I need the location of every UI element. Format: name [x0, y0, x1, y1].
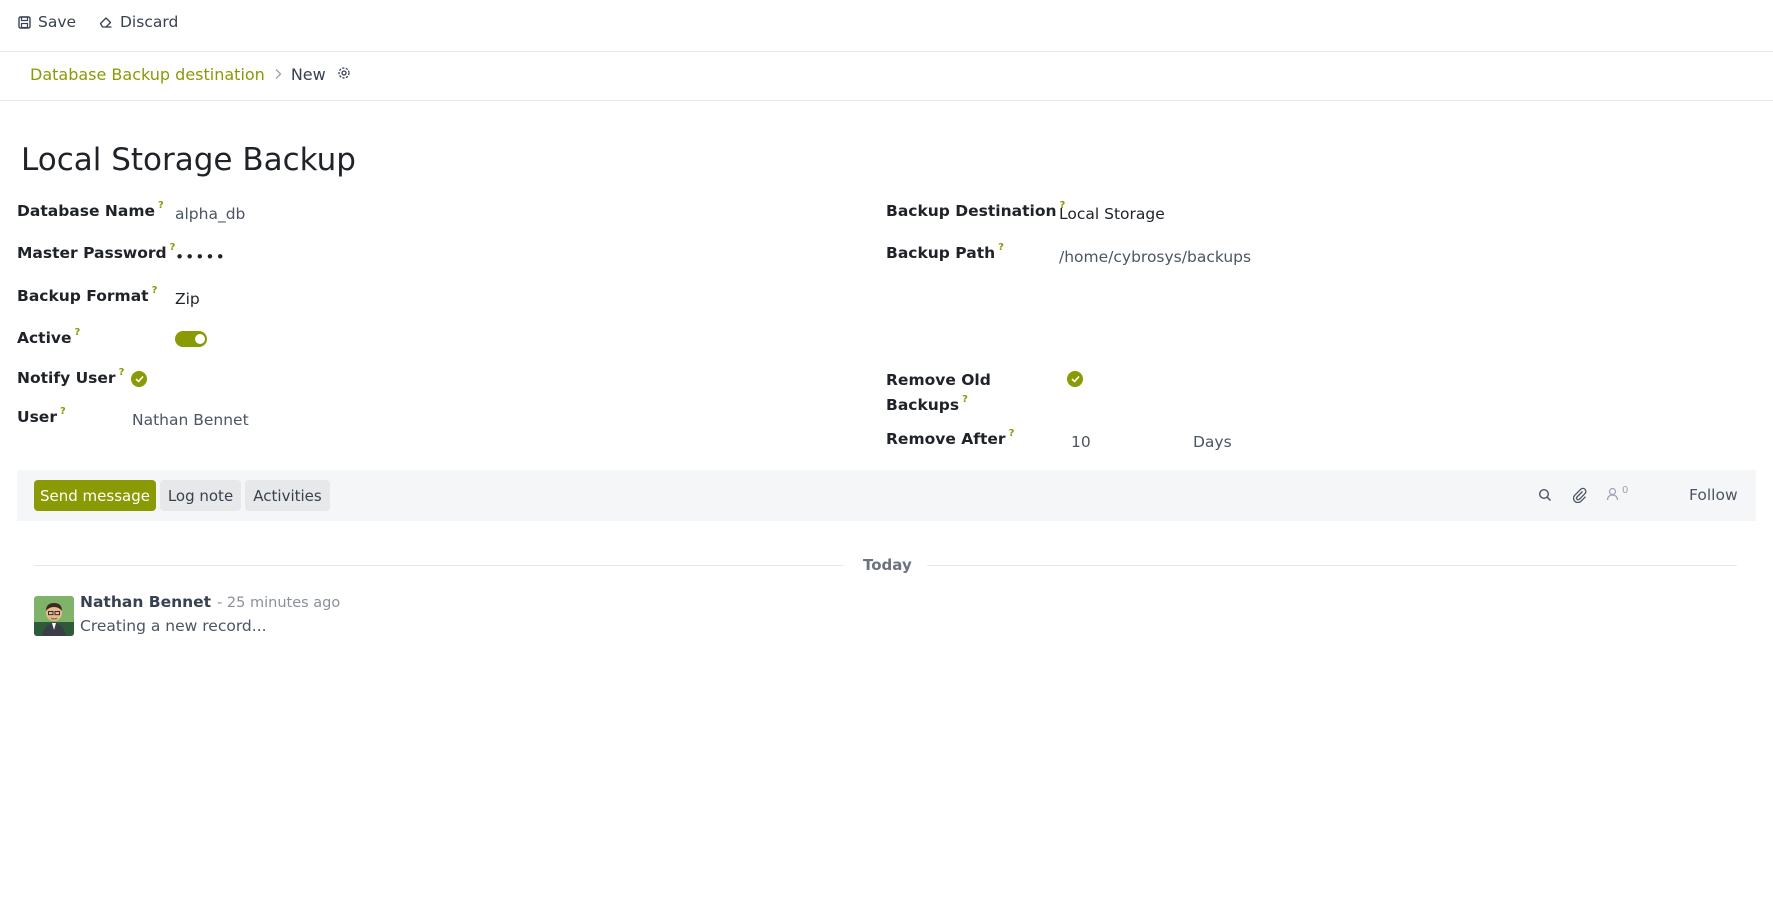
breadcrumb-divider: [0, 100, 1773, 101]
check-icon: [134, 375, 144, 383]
save-button[interactable]: Save: [18, 13, 76, 31]
remove-old-backups-checkbox[interactable]: [1067, 371, 1083, 387]
discard-label: Discard: [120, 13, 179, 31]
breadcrumb-current: New: [290, 65, 326, 84]
followers-count: 0: [1622, 485, 1629, 496]
active-toggle[interactable]: [175, 331, 207, 347]
breadcrumb: Database Backup destination New: [30, 65, 351, 84]
date-separator: Today: [863, 556, 912, 574]
message-author[interactable]: Nathan Bennet: [80, 593, 211, 611]
message-time: - 25 minutes ago: [217, 595, 341, 611]
remove-old-backups-label: Remove Old Backups?: [886, 371, 991, 415]
notify-user-label: Notify User?: [17, 367, 125, 388]
database-name-label: Database Name?: [17, 200, 164, 221]
backup-path-field[interactable]: /home/cybrosys/backups: [1059, 248, 1251, 266]
help-icon[interactable]: ?: [998, 242, 1004, 253]
message-header: Nathan Bennet - 25 minutes ago: [80, 593, 340, 611]
follow-button[interactable]: Follow: [1689, 486, 1738, 504]
database-name-field[interactable]: alpha_db: [175, 205, 245, 223]
toolbar-divider: [0, 51, 1773, 52]
activities-button[interactable]: Activities: [245, 480, 330, 511]
date-separator-line: [927, 565, 1737, 566]
backup-format-label: Backup Format?: [17, 285, 158, 306]
backup-destination-select[interactable]: Local Storage: [1059, 205, 1165, 223]
user-icon: [1606, 486, 1619, 505]
discard-button[interactable]: Discard: [99, 13, 178, 31]
remove-after-field[interactable]: 10: [1071, 433, 1091, 451]
breadcrumb-parent-link[interactable]: Database Backup destination: [30, 65, 265, 84]
help-icon[interactable]: ?: [158, 200, 164, 211]
search-icon[interactable]: [1538, 488, 1552, 502]
check-icon: [1070, 375, 1080, 383]
backup-format-select[interactable]: Zip: [175, 290, 200, 308]
save-label: Save: [38, 13, 77, 31]
save-icon: [18, 15, 31, 29]
log-note-button[interactable]: Log note: [160, 480, 241, 511]
message-body: Creating a new record...: [80, 617, 267, 635]
avatar[interactable]: [34, 596, 74, 636]
eraser-icon: [99, 15, 113, 29]
help-icon[interactable]: ?: [152, 285, 158, 296]
user-field[interactable]: Nathan Bennet: [132, 411, 249, 429]
master-password-label: Master Password?: [17, 242, 176, 263]
chevron-right-icon: [274, 65, 282, 84]
help-icon[interactable]: ?: [962, 394, 968, 405]
help-icon[interactable]: ?: [119, 367, 125, 378]
paperclip-icon[interactable]: [1572, 487, 1587, 503]
help-icon[interactable]: ?: [1009, 428, 1015, 439]
date-separator-line: [34, 565, 844, 566]
followers-button[interactable]: 0: [1606, 485, 1629, 505]
user-label: User?: [17, 406, 66, 427]
help-icon[interactable]: ?: [75, 327, 81, 338]
backup-path-label: Backup Path?: [886, 242, 1004, 263]
send-message-button[interactable]: Send message: [34, 480, 156, 511]
remove-after-unit: Days: [1193, 433, 1232, 451]
remove-after-label: Remove After?: [886, 428, 1015, 449]
help-icon[interactable]: ?: [60, 406, 66, 417]
backup-destination-label: Backup Destination?: [886, 200, 1066, 221]
notify-user-checkbox[interactable]: [131, 371, 147, 387]
master-password-field[interactable]: •••••: [175, 248, 226, 266]
active-label: Active?: [17, 327, 81, 348]
record-title: Local Storage Backup: [21, 142, 356, 178]
gear-icon[interactable]: [337, 65, 351, 84]
